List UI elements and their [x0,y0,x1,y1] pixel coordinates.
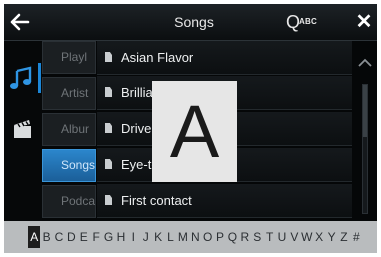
video-tab[interactable] [10,115,36,141]
music-note-icon [10,66,32,89]
page-title: Songs [174,14,214,30]
alphabet-letter[interactable]: S [251,226,263,248]
category-item-artists[interactable]: Artist [42,77,96,110]
category-label: Playl [61,50,88,64]
back-arrow-icon [10,13,30,31]
alphabet-letter[interactable]: U [276,226,288,248]
alphabet-letter[interactable]: Z [338,226,350,248]
song-row[interactable]: First contact [97,184,352,218]
active-tab-indicator [38,63,41,93]
song-title: First contact [121,193,192,208]
close-button[interactable]: ✕ [354,4,374,40]
category-label: Albur [61,122,90,136]
back-button[interactable] [10,13,30,31]
category-item-albums[interactable]: Albur [42,113,96,146]
song-file-icon [105,159,112,169]
letter-index-popup: A [152,81,237,182]
alphabet-letter[interactable]: D [65,226,77,248]
chevron-up-icon [358,58,372,67]
alphabet-letter[interactable]: M [177,226,189,248]
music-tab[interactable] [8,63,41,93]
alphabet-letter[interactable]: I [127,226,139,248]
alphabet-letter[interactable]: # [350,226,362,248]
alphabet-letter[interactable]: E [78,226,90,248]
alphabet-letter[interactable]: V [288,226,300,248]
song-title: Brillia [121,85,153,100]
header-bar: Songs Q ABC ✕ [4,4,377,41]
song-title: Asian Flavor [121,50,194,65]
alphabet-letter[interactable]: A [28,226,41,248]
alphabet-letter[interactable]: Q [226,226,238,248]
alphabet-letter[interactable]: H [115,226,127,248]
category-list: Playl Artist Albur Songs Podca [42,41,97,221]
category-label: Artist [61,86,89,100]
category-item-playlists[interactable]: Playl [42,41,96,74]
alphabet-letter[interactable]: P [214,226,226,248]
category-item-podcasts[interactable]: Podca [42,185,96,218]
alphabet-letter[interactable]: O [201,226,213,248]
alphabet-search-button[interactable]: Q ABC [284,11,330,33]
song-file-icon [105,87,112,97]
alphabet-letter[interactable]: R [239,226,251,248]
song-file-icon [105,52,112,62]
alphabet-letter[interactable]: J [140,226,152,248]
scrollbar-thumb[interactable] [363,85,367,137]
source-tabs [4,41,42,221]
alphabet-index-bar[interactable]: A B C D E F G H I J K L M N O P Q R S T U V W X Y Z # [4,221,377,253]
alphabet-letter[interactable]: Y [325,226,337,248]
category-item-songs[interactable]: Songs [42,149,96,182]
category-label: Songs [61,158,96,172]
alphabet-letter[interactable]: F [90,226,102,248]
alphabet-letter[interactable]: N [189,226,201,248]
song-title: Drive [121,121,152,136]
scroll-up-button[interactable] [356,54,374,72]
search-q-icon: Q [286,12,301,32]
alphabet-letter[interactable]: T [263,226,275,248]
alphabet-letter[interactable]: K [152,226,164,248]
alphabet-letter[interactable]: W [301,226,313,248]
category-label: Podca [61,194,96,208]
music-browser-screen: Songs Q ABC ✕ Playl Artist Albur Songs P… [4,4,377,253]
clapperboard-icon [14,120,31,138]
alphabet-letter[interactable]: C [53,226,65,248]
alphabet-letter[interactable]: G [102,226,114,248]
alphabet-letter[interactable]: L [164,226,176,248]
song-file-icon [105,195,112,205]
search-abc-label: ABC [299,17,317,26]
song-row[interactable]: Asian Flavor [97,41,352,75]
scrollbar-track[interactable] [362,84,368,214]
song-file-icon [105,123,112,133]
alphabet-letter[interactable]: X [313,226,325,248]
alphabet-letter[interactable]: B [40,226,52,248]
